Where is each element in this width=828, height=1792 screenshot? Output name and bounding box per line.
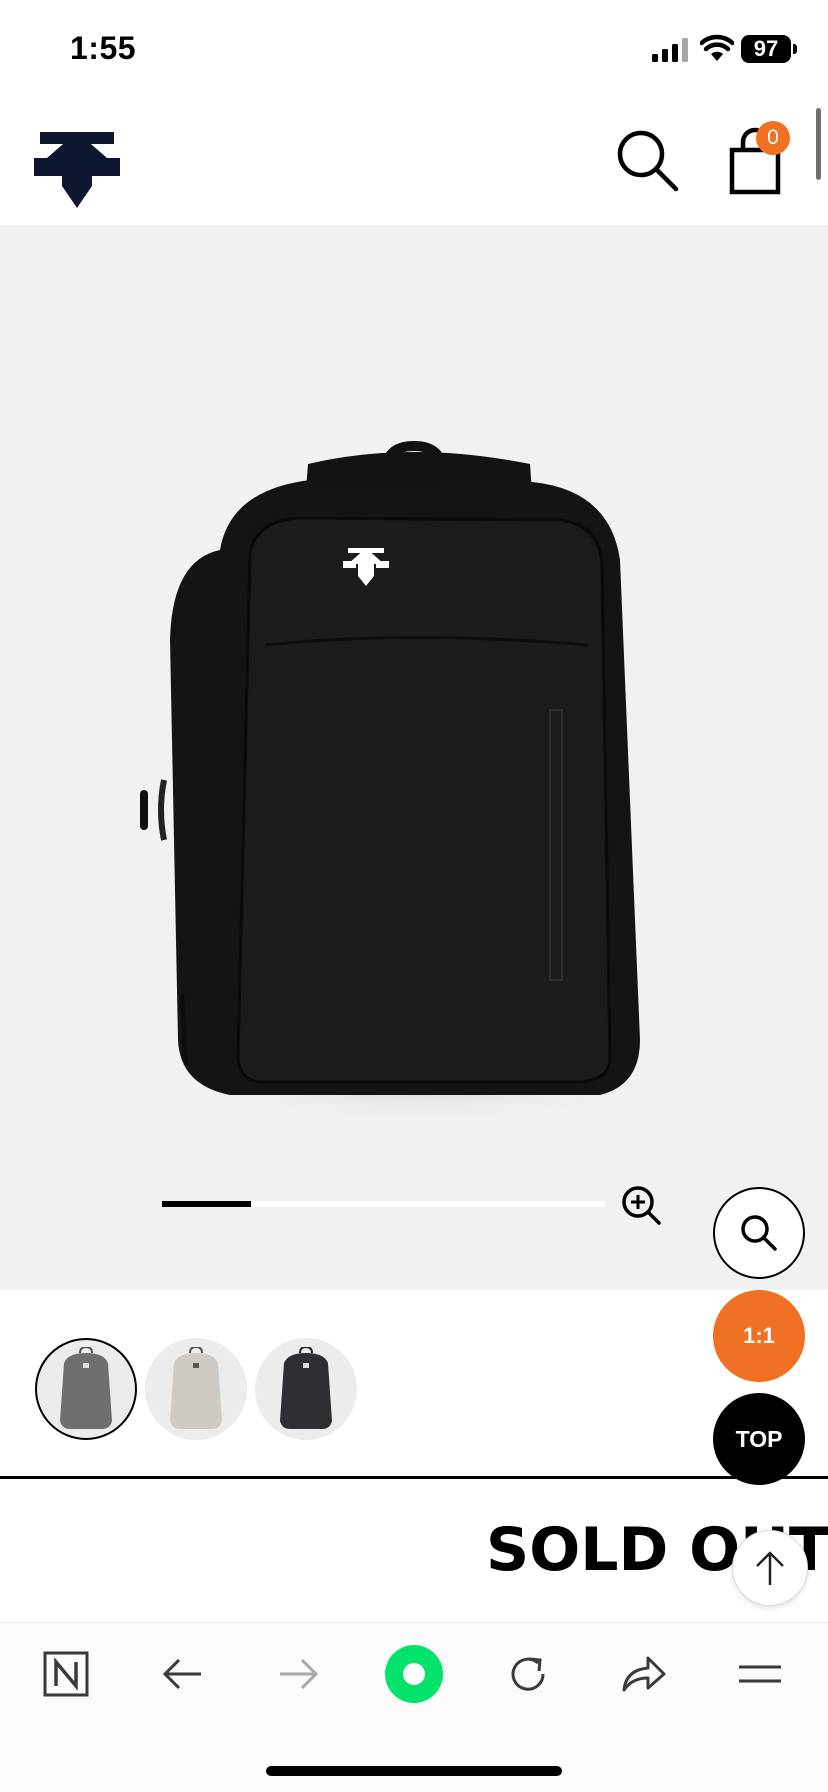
scroll-up-button[interactable] [732, 1530, 808, 1606]
cart-count-badge: 0 [756, 121, 790, 155]
back-arrow-icon [162, 1658, 201, 1690]
menu-icon [739, 1665, 781, 1683]
product-image [140, 440, 660, 1122]
green-dot-icon [385, 1645, 443, 1703]
status-time: 1:55 [70, 30, 137, 66]
descente-logo[interactable] [34, 128, 120, 210]
arrow-up-icon [756, 1551, 784, 1585]
battery-icon: 97 [741, 35, 791, 63]
naver-home-button[interactable] [36, 1648, 96, 1700]
reload-icon [511, 1657, 545, 1691]
thumbnail-charcoal[interactable] [255, 1338, 357, 1440]
search-icon [741, 1215, 777, 1251]
thumbnail-beige[interactable] [145, 1338, 247, 1440]
green-dot-button[interactable] [384, 1643, 444, 1705]
wifi-icon [700, 34, 734, 61]
page-scroll-indicator[interactable] [816, 108, 821, 180]
share-button[interactable] [614, 1648, 674, 1700]
forward-arrow-icon [280, 1658, 319, 1690]
backpack-thumbnail-image [60, 1347, 112, 1429]
share-icon [622, 1656, 666, 1692]
search-icon[interactable] [614, 127, 680, 193]
scroll-top-button[interactable]: TOP [713, 1393, 805, 1485]
thumbnail-gray[interactable] [35, 1338, 137, 1440]
home-indicator [266, 1766, 562, 1776]
signal-icon [652, 38, 688, 62]
status-bar: 1:55 97 [0, 0, 828, 100]
image-slider-fill [162, 1201, 251, 1207]
naver-home-icon [43, 1651, 89, 1697]
product-image-gallery[interactable] [0, 225, 828, 1290]
zoom-in-icon[interactable] [620, 1184, 662, 1226]
backpack-thumbnail-image [170, 1347, 222, 1429]
forward-button[interactable] [268, 1648, 328, 1700]
menu-button[interactable] [730, 1648, 790, 1700]
image-slider-track[interactable] [162, 1201, 605, 1207]
reload-button[interactable] [498, 1648, 558, 1700]
backpack-thumbnail-image [280, 1347, 332, 1429]
site-header [0, 100, 828, 225]
section-divider [0, 1476, 828, 1479]
back-button[interactable] [153, 1648, 213, 1700]
one-to-one-chat-button[interactable]: 1:1 [713, 1290, 805, 1382]
floating-search-button[interactable] [713, 1187, 805, 1279]
battery-cap [793, 44, 797, 54]
